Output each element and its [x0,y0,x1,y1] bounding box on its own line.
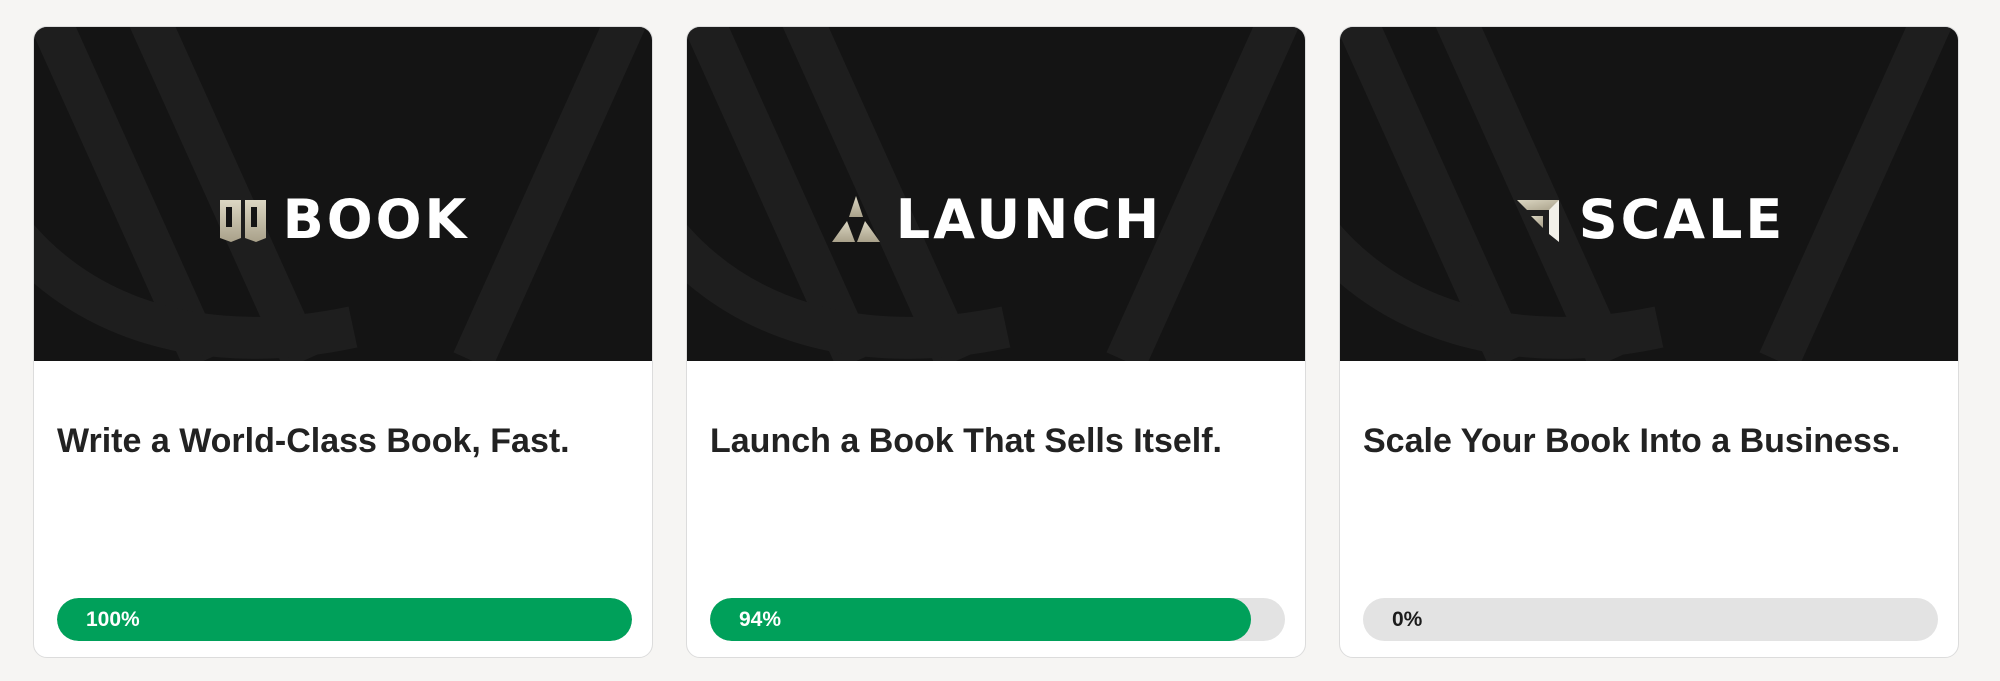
course-card-book[interactable]: BOOK Write a World-Class Book, Fast. 100… [33,26,653,658]
progress-label: 100% [86,608,140,631]
brand-lockup: LAUNCH [687,187,1305,253]
card-banner: BOOK [34,27,652,361]
course-card-launch[interactable]: LAUNCH Launch a Book That Sells Itself. … [686,26,1306,658]
book-icon [219,200,266,242]
course-card-grid: BOOK Write a World-Class Book, Fast. 100… [0,0,2000,681]
card-title[interactable]: Scale Your Book Into a Business. [1363,419,1900,463]
brand-lockup: BOOK [34,187,652,253]
progress-fill [710,598,1251,641]
arrow-up-right-icon [1516,200,1559,242]
progress-label: 0% [1392,608,1423,631]
card-banner: LAUNCH [687,27,1305,361]
progress-bar: 100% [57,598,632,641]
triangle-peaks-icon [831,196,880,242]
card-title[interactable]: Launch a Book That Sells Itself. [710,419,1222,463]
progress-fill [57,598,632,641]
card-banner: SCALE [1340,27,1958,361]
course-card-scale[interactable]: SCALE Scale Your Book Into a Business. 0… [1339,26,1959,658]
brand-name: LAUNCH [895,188,1163,251]
progress-bar: 0% [1363,598,1938,641]
brand-lockup: SCALE [1340,187,1958,253]
progress-bar: 94% [710,598,1285,641]
progress-label: 94% [739,608,782,631]
brand-name: BOOK [282,188,470,251]
card-title[interactable]: Write a World-Class Book, Fast. [57,419,570,463]
brand-name: SCALE [1578,188,1786,251]
